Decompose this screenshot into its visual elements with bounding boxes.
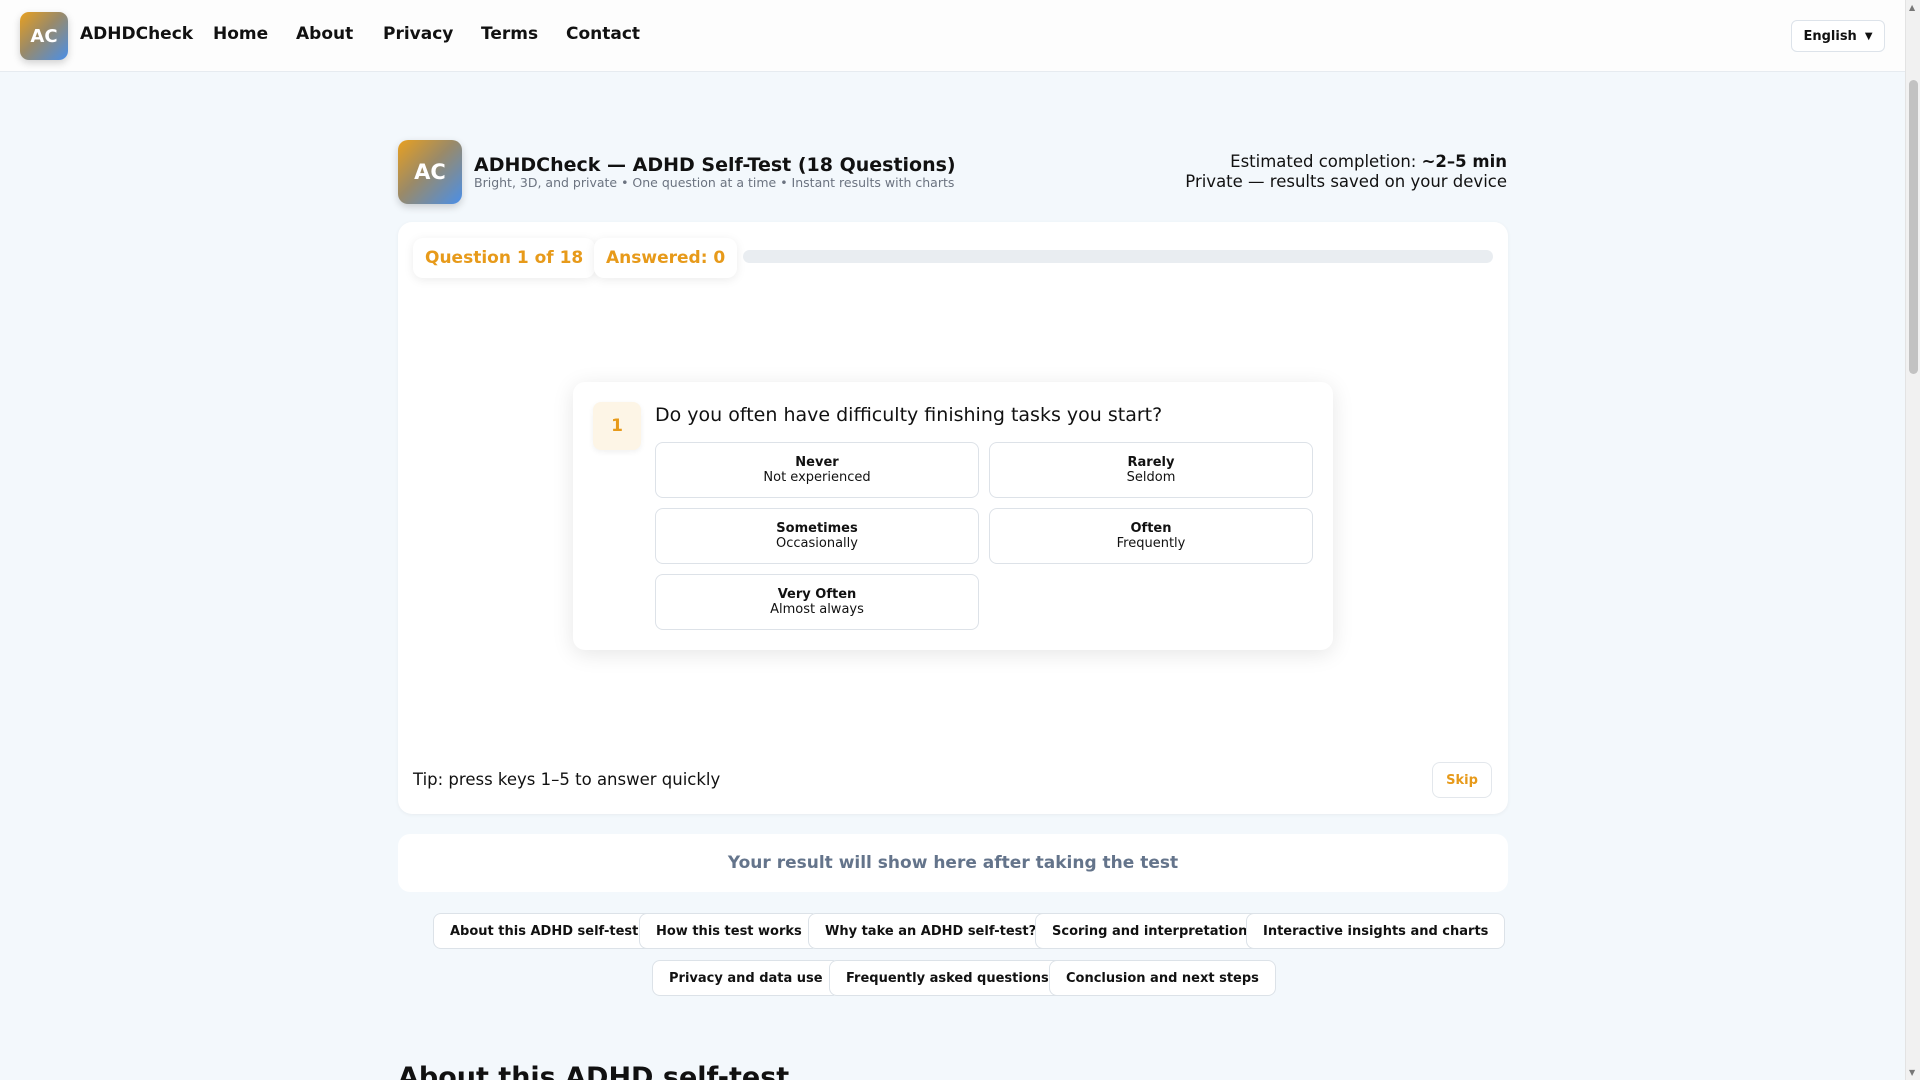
scroll-up-icon[interactable]: ▲ [1909, 3, 1915, 12]
test-meta: Estimated completion: ~2–5 min Private —… [1185, 152, 1507, 192]
progress-bar [743, 250, 1493, 263]
option-description: Frequently [1116, 536, 1186, 551]
option-description: Almost always [770, 602, 864, 617]
brand-name[interactable]: ADHDCheck [80, 24, 193, 44]
page-subtitle: Bright, 3D, and private • One question a… [474, 175, 955, 190]
scrollbar-thumb[interactable] [1909, 80, 1918, 374]
option-label: Never [795, 455, 839, 470]
option-description: Seldom [1126, 470, 1176, 485]
answer-option-rarely[interactable]: Rarely Seldom [989, 442, 1313, 498]
answer-option-sometimes[interactable]: Sometimes Occasionally [655, 508, 979, 564]
result-placeholder: Your result will show here after taking … [398, 834, 1508, 892]
page-title: ADHDCheck — ADHD Self-Test (18 Questions… [474, 154, 956, 176]
nav-link-home[interactable]: Home [213, 24, 268, 44]
top-navbar: AC ADHDCheck Home About Privacy Terms Co… [0, 0, 1905, 72]
option-label: Rarely [1127, 455, 1175, 470]
question-counter: Question 1 of 18 [413, 238, 596, 278]
question-card: 1 Do you often have difficulty finishing… [573, 382, 1333, 650]
section-link-conclusion[interactable]: Conclusion and next steps [1049, 960, 1276, 996]
section-link-why-take[interactable]: Why take an ADHD self-test? [808, 913, 1054, 949]
answered-counter: Answered: 0 [594, 238, 738, 278]
nav-link-terms[interactable]: Terms [481, 24, 538, 44]
option-description: Occasionally [776, 536, 858, 551]
quiz-panel: Question 1 of 18 Answered: 0 1 Do you of… [398, 222, 1508, 814]
question-text: Do you often have difficulty finishing t… [655, 404, 1163, 426]
option-label: Very Often [777, 587, 857, 602]
section-link-scoring[interactable]: Scoring and interpretation [1035, 913, 1265, 949]
section-link-privacy[interactable]: Privacy and data use [652, 960, 840, 996]
option-label: Sometimes [776, 521, 858, 536]
section-link-about[interactable]: About this ADHD self-test [433, 913, 656, 949]
answer-option-often[interactable]: Often Frequently [989, 508, 1313, 564]
option-description: Not experienced [763, 470, 871, 485]
question-number: 1 [593, 402, 641, 450]
estimate-line: Estimated completion: ~2–5 min [1185, 152, 1507, 172]
language-value: English [1803, 28, 1857, 44]
nav-link-contact[interactable]: Contact [566, 24, 640, 44]
answer-option-never[interactable]: Never Not experienced [655, 442, 979, 498]
logo-badge[interactable]: AC [20, 12, 68, 60]
keyboard-tip: Tip: press keys 1–5 to answer quickly [413, 770, 721, 789]
nav-link-about[interactable]: About [296, 24, 353, 44]
nav-link-privacy[interactable]: Privacy [383, 24, 453, 44]
section-link-faq[interactable]: Frequently asked questions [829, 960, 1066, 996]
page-scrollbar[interactable]: ▲ ▼ [1905, 0, 1920, 1080]
option-label: Often [1130, 521, 1172, 536]
section-link-insights[interactable]: Interactive insights and charts [1246, 913, 1506, 949]
estimate-label: Estimated completion: [1230, 152, 1417, 171]
app-logo-badge: AC [398, 140, 462, 204]
section-link-how-it-works[interactable]: How this test works [639, 913, 819, 949]
section-heading: About this ADHD self-test [398, 1062, 790, 1080]
caret-down-icon: ▼ [1864, 30, 1873, 42]
answer-option-very-often[interactable]: Very Often Almost always [655, 574, 979, 630]
estimate-value: ~2–5 min [1421, 152, 1507, 171]
scroll-down-icon[interactable]: ▼ [1909, 1068, 1915, 1077]
privacy-note: Private — results saved on your device [1185, 172, 1507, 191]
language-select[interactable]: English ▼ [1791, 20, 1885, 52]
skip-button[interactable]: Skip [1432, 762, 1492, 798]
